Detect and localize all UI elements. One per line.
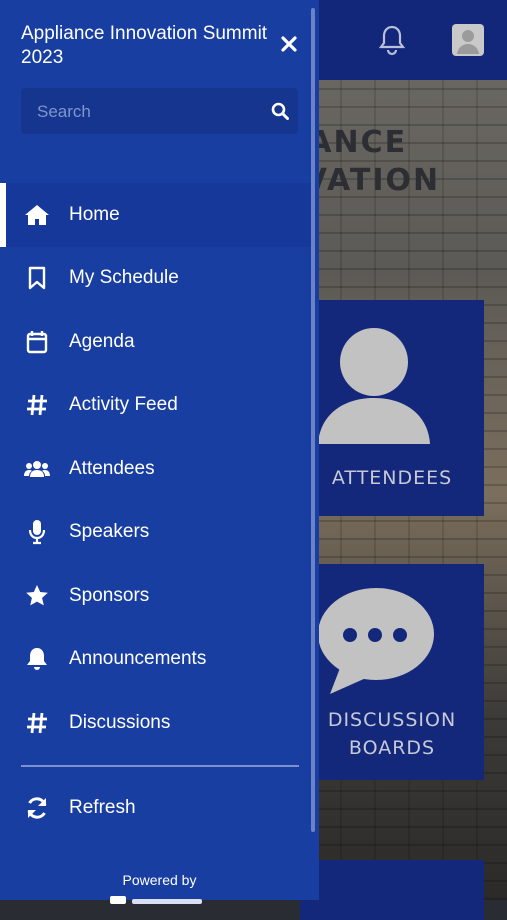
search-input[interactable] (35, 88, 259, 136)
menu-item-label: Agenda (69, 330, 135, 352)
menu-item-label: Attendees (69, 457, 155, 479)
event-title: Appliance Innovation Summit 2023 (21, 23, 268, 68)
menu-item-activity-feed[interactable]: Activity Feed (0, 374, 311, 438)
menu-item-home[interactable]: Home (0, 183, 311, 247)
refresh-button[interactable]: Refresh (0, 776, 311, 840)
search-icon[interactable] (271, 102, 289, 120)
next-tile[interactable] (300, 860, 484, 920)
menu-item-label: My Schedule (69, 267, 179, 289)
menu-divider (21, 765, 299, 767)
microphone-icon (24, 519, 50, 545)
attendees-tile-label: ATTENDEES (331, 467, 453, 489)
menu-item-my-schedule[interactable]: My Schedule (0, 247, 311, 311)
menu-item-label: Home (69, 203, 120, 225)
star-icon (24, 583, 50, 609)
hashtag-icon (24, 710, 50, 736)
refresh-label: Refresh (69, 797, 136, 818)
menu-item-speakers[interactable]: Speakers (0, 501, 311, 565)
platform-logo (110, 894, 210, 904)
menu-item-sponsors[interactable]: Sponsors (0, 564, 311, 628)
menu-item-discussions[interactable]: Discussions (0, 691, 311, 755)
menu-item-label: Sponsors (69, 584, 150, 606)
profile-avatar[interactable] (452, 24, 484, 56)
person-icon (318, 328, 430, 444)
notifications-bell-icon[interactable] (377, 24, 407, 56)
drawer-menu: Home My Schedule Agenda Activity Feed At… (0, 183, 311, 755)
menu-item-label: Announcements (69, 648, 207, 670)
speech-bubble-icon (318, 588, 434, 694)
search-box (21, 88, 298, 136)
menu-item-label: Speakers (69, 521, 150, 543)
hashtag-icon (24, 392, 50, 418)
refresh-icon (24, 795, 50, 821)
menu-item-label: Discussions (69, 711, 171, 733)
bookmark-icon (24, 265, 50, 291)
discussion-boards-tile[interactable]: DISCUSSION BOARDS (300, 564, 484, 780)
attendees-tile[interactable]: ATTENDEES (300, 300, 484, 516)
calendar-icon (24, 329, 50, 355)
menu-item-label: Activity Feed (69, 394, 178, 416)
discussion-tile-label-1: DISCUSSION (327, 709, 457, 731)
home-icon (24, 202, 50, 228)
powered-by-text: Powered by (122, 872, 197, 888)
menu-item-agenda[interactable]: Agenda (0, 310, 311, 374)
close-icon[interactable] (279, 34, 299, 54)
drawer-scrollbar[interactable] (311, 8, 315, 832)
menu-item-announcements[interactable]: Announcements (0, 628, 311, 692)
users-icon (24, 456, 50, 482)
navigation-drawer: Appliance Innovation Summit 2023 Home My… (0, 0, 319, 904)
discussion-tile-label-2: BOARDS (348, 737, 436, 759)
menu-item-attendees[interactable]: Attendees (0, 437, 311, 501)
bell-icon (24, 646, 50, 672)
